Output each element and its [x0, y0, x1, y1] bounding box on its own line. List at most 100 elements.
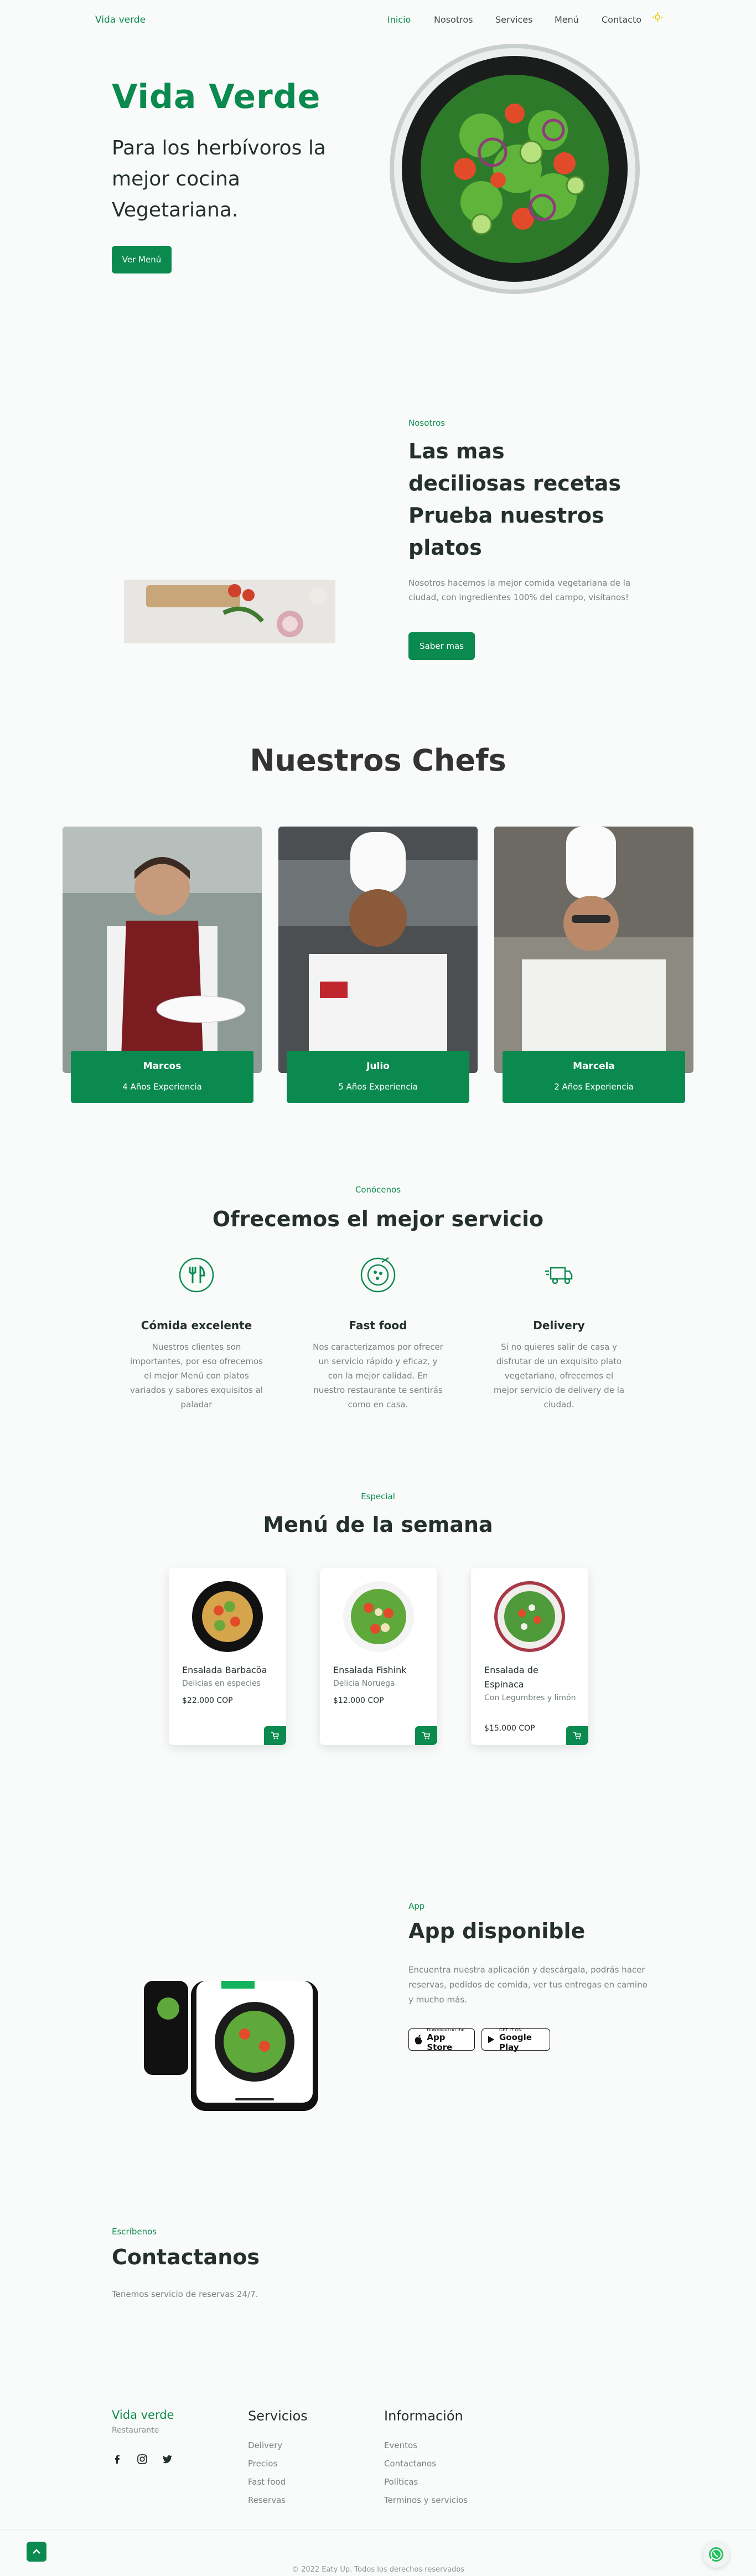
- dish-description: Delicia Noruega: [333, 1679, 395, 1688]
- chef-name: Julio: [366, 1061, 390, 1072]
- menu-card-barbacoa: Ensalada Barbacöa Delicias en especies $…: [169, 1568, 286, 1745]
- scroll-to-top-button[interactable]: [27, 2542, 46, 2562]
- delivery-truck-icon: [541, 1257, 577, 1293]
- nav-link-contacto[interactable]: Contacto: [602, 14, 641, 25]
- about-tag: Nosotros: [408, 418, 446, 428]
- salad-plate-image: [387, 42, 642, 296]
- service-text: Nos caracterizamos por ofrecer un servic…: [313, 1342, 443, 1410]
- about-title-line-1: Las mas deciliosas recetas: [408, 439, 622, 495]
- service-title: Fast food: [349, 1319, 407, 1332]
- menu-card-espinaca: Ensalada de Espinaca Con Legumbres y lim…: [471, 1568, 588, 1745]
- apple-icon: [415, 2035, 422, 2045]
- pizza-icon: [360, 1257, 396, 1293]
- chef-experience: 5 Años Experiencia: [338, 1082, 418, 1092]
- footer-services-title: Servicios: [248, 2408, 308, 2424]
- learn-more-button[interactable]: Saber mas: [408, 632, 475, 660]
- menu-card-fishink: Ensalada Fishink Delicia Noruega $12.000…: [320, 1568, 437, 1745]
- service-text: Nuestros clientes son importantes, por e…: [130, 1342, 263, 1410]
- add-to-cart-button[interactable]: [415, 1726, 437, 1745]
- nav-link-menu[interactable]: Menú: [555, 14, 579, 25]
- dish-name: Ensalada Fishink: [333, 1665, 407, 1675]
- hero-title: Vida Verde: [112, 78, 321, 116]
- facebook-icon[interactable]: [112, 2454, 123, 2465]
- nav-link-nosotros[interactable]: Nosotros: [434, 14, 473, 25]
- cart-icon: [573, 1732, 581, 1739]
- services-title: Ofrecemos el mejor servicio: [212, 1207, 544, 1231]
- app-text: Encuentra nuestra aplicación y descárgal…: [408, 1965, 648, 2005]
- add-to-cart-button[interactable]: [264, 1726, 286, 1745]
- about-text: Nosotros hacemos la mejor comida vegetar…: [408, 578, 631, 602]
- whatsapp-button[interactable]: [703, 2541, 729, 2568]
- footer-link-politicas[interactable]: Políticas: [384, 2477, 418, 2487]
- dish-price: $22.000 COP: [182, 1696, 233, 1705]
- footer-link-reservas[interactable]: Reservas: [248, 2495, 286, 2505]
- services-tag: Conócenos: [355, 1185, 401, 1195]
- instagram-icon[interactable]: [137, 2454, 148, 2465]
- service-food: Cómida excelente Nuestros clientes son i…: [130, 1257, 263, 1412]
- about-title: Las mas deciliosas recetas Prueba nuestr…: [408, 435, 624, 564]
- app-store-small-text: Download on the: [427, 2027, 465, 2032]
- add-to-cart-button[interactable]: [566, 1726, 588, 1745]
- footer-link-delivery[interactable]: Delivery: [248, 2440, 282, 2450]
- copyright: © 2022 Eaty Up. Todos los derechos reser…: [291, 2565, 465, 2574]
- service-fast-food: Fast food Nos caracterizamos por ofrecer…: [312, 1257, 444, 1412]
- app-store-button[interactable]: Download on the App Store: [408, 2027, 475, 2052]
- contact-title: Contactanos: [112, 2245, 260, 2269]
- footer-subtitle: Restaurante: [112, 2426, 159, 2435]
- chevron-up-icon: [33, 2549, 40, 2554]
- contact-text: Tenemos servicio de reservas 24/7.: [112, 2289, 258, 2299]
- app-store-label: App Store: [427, 2032, 453, 2052]
- dish-description: Delicias en especies: [182, 1679, 261, 1688]
- service-text: Si no quieres salir de casa y disfrutar …: [493, 1342, 625, 1410]
- cart-icon: [271, 1732, 279, 1739]
- chef-experience: 4 Años Experiencia: [122, 1082, 202, 1092]
- chef-name: Marcos: [143, 1061, 182, 1072]
- whatsapp-icon: [709, 2547, 723, 2562]
- chef-card-marcela[interactable]: Marcela 2 Años Experiencia: [503, 1051, 685, 1103]
- nav-link-inicio[interactable]: Inicio: [387, 14, 411, 25]
- chef-card-marcos[interactable]: Marcos 4 Años Experiencia: [71, 1051, 253, 1103]
- dish-image: [191, 1580, 264, 1653]
- cart-icon: [422, 1732, 430, 1739]
- chef-experience: 2 Años Experiencia: [554, 1082, 634, 1092]
- footer-info-title: Información: [384, 2408, 463, 2424]
- dish-image: [493, 1580, 566, 1653]
- chef-photo-marcela: [494, 827, 693, 1073]
- footer-link-fast-food[interactable]: Fast food: [248, 2477, 286, 2487]
- phone-mockup-image: [127, 1981, 324, 2147]
- hero-subtitle: Para los herbívoros la mejor cocina Vege…: [112, 137, 326, 221]
- footer-logo[interactable]: Vida verde: [112, 2408, 174, 2422]
- service-title: Cómida excelente: [141, 1319, 252, 1332]
- footer-link-terminos[interactable]: Terminos y servicios: [384, 2495, 468, 2505]
- dish-name: Ensalada Barbacöa: [182, 1665, 267, 1675]
- nav-logo[interactable]: Vida verde: [95, 14, 146, 25]
- sun-icon[interactable]: [653, 12, 662, 22]
- kitchen-ingredients-image: [124, 580, 335, 643]
- chefs-title: Nuestros Chefs: [250, 743, 506, 778]
- service-delivery: Delivery Si no quieres salir de casa y d…: [493, 1257, 625, 1412]
- about-title-line-2: Prueba nuestros platos: [408, 503, 604, 560]
- menu-tag: Especial: [361, 1491, 395, 1501]
- service-title: Delivery: [533, 1319, 585, 1332]
- dish-price: $12.000 COP: [333, 1696, 384, 1705]
- nav-link-services[interactable]: Services: [495, 14, 532, 25]
- footer-link-eventos[interactable]: Eventos: [384, 2440, 417, 2450]
- chef-name: Marcela: [573, 1061, 615, 1072]
- google-play-small-text: GET IT ON: [499, 2027, 522, 2032]
- app-title: App disponible: [408, 1919, 586, 1943]
- menu-title: Menú de la semana: [263, 1512, 493, 1537]
- dish-price: $15.000 COP: [484, 1724, 535, 1733]
- chef-photo-julio: [278, 827, 478, 1073]
- footer-link-contactanos[interactable]: Contactanos: [384, 2459, 436, 2469]
- google-play-button[interactable]: GET IT ON Google Play: [481, 2027, 550, 2052]
- chef-photo-marcos: [63, 827, 262, 1073]
- footer-link-precios[interactable]: Precios: [248, 2459, 277, 2469]
- dish-image: [342, 1580, 415, 1653]
- google-play-label: Google Play: [499, 2032, 532, 2052]
- chef-card-julio[interactable]: Julio 5 Años Experiencia: [287, 1051, 469, 1103]
- view-menu-button[interactable]: Ver Menú: [112, 246, 172, 273]
- utensils-icon: [178, 1257, 215, 1293]
- app-tag: App: [408, 1901, 425, 1911]
- twitter-icon[interactable]: [162, 2454, 173, 2465]
- dish-name: Ensalada de Espinaca: [484, 1665, 538, 1690]
